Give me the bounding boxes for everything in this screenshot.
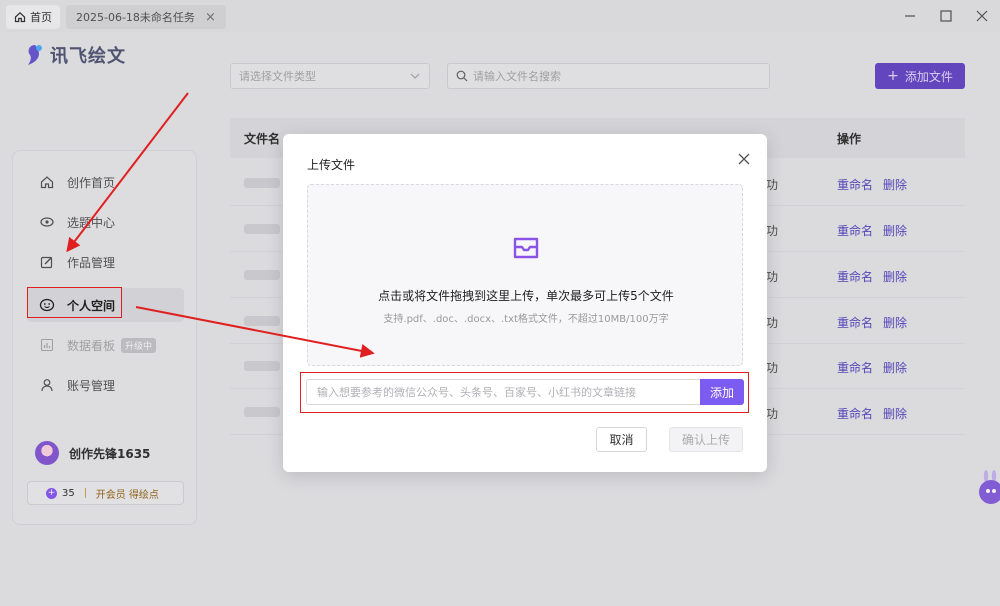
annotation-highlight-box <box>300 372 749 413</box>
cancel-button[interactable]: 取消 <box>596 427 647 452</box>
upload-file-dialog: 上传文件 点击或将文件拖拽到这里上传，单次最多可上传5个文件 支持.pdf、.d… <box>283 134 767 472</box>
file-drop-zone[interactable]: 点击或将文件拖拽到这里上传，单次最多可上传5个文件 支持.pdf、.doc、.d… <box>307 184 743 366</box>
drop-format-note: 支持.pdf、.doc、.docx、.txt格式文件，不超过10MB/100万字 <box>383 314 669 325</box>
annotation-highlight-box <box>27 287 122 318</box>
confirm-upload-button[interactable]: 确认上传 <box>669 427 743 452</box>
dialog-title: 上传文件 <box>307 158 356 172</box>
close-icon[interactable] <box>737 152 751 166</box>
inbox-icon <box>513 237 539 259</box>
drop-hint: 点击或将文件拖拽到这里上传，单次最多可上传5个文件 <box>378 289 674 303</box>
